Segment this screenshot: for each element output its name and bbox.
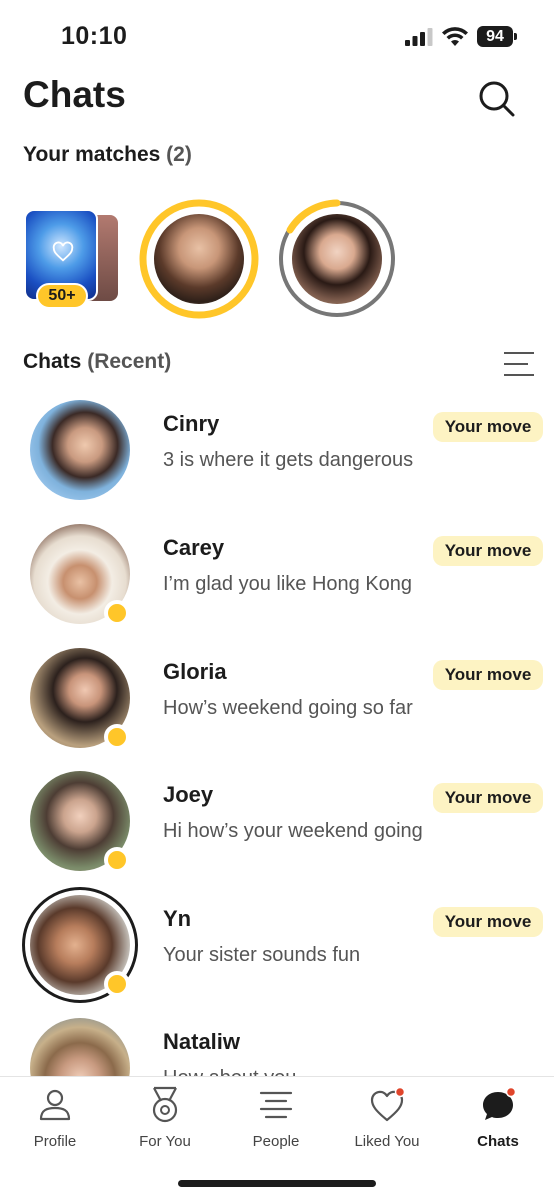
tab-label: For You — [139, 1133, 191, 1150]
your-move-badge: Your move — [433, 412, 543, 442]
chat-name: Cinry — [163, 411, 220, 436]
chat-last-message: Hi how’s your weekend going — [163, 820, 423, 842]
chat-row[interactable]: Joey Hi how’s your weekend going Your mo… — [0, 771, 554, 883]
chat-name: Nataliw — [163, 1029, 241, 1054]
chat-name: Yn — [163, 906, 192, 931]
heart-notification-icon — [370, 1086, 406, 1122]
chat-row[interactable]: Carey I’m glad you like Hong Kong Your m… — [0, 524, 554, 636]
matches-heading: Your matches (2) — [23, 143, 192, 167]
match-avatar-1[interactable] — [138, 198, 260, 320]
battery-indicator: 94 — [477, 26, 517, 47]
match-photo — [154, 214, 244, 304]
search-icon[interactable] — [474, 76, 518, 120]
chats-heading-sub: (Recent) — [87, 350, 172, 373]
tab-label: Liked You — [354, 1133, 420, 1150]
tab-liked-you[interactable]: Liked You — [332, 1085, 442, 1155]
your-move-badge: Your move — [433, 536, 543, 566]
online-dot — [104, 971, 130, 997]
people-stack-icon — [259, 1091, 293, 1119]
chat-row[interactable]: Cinry 3 is where it gets dangerous Your … — [0, 400, 554, 512]
matches-heading-label: Your matches — [23, 143, 161, 166]
tab-label: Chats — [477, 1133, 519, 1150]
your-move-badge: Your move — [433, 907, 543, 937]
chat-row[interactable]: Gloria How’s weekend going so far Your m… — [0, 648, 554, 760]
likes-count-badge: 50+ — [36, 283, 88, 309]
match-photo — [292, 214, 382, 304]
your-move-badge: Your move — [433, 783, 543, 813]
tab-chats[interactable]: Chats — [443, 1085, 553, 1155]
avatar — [30, 400, 130, 500]
tab-people[interactable]: People — [221, 1085, 331, 1155]
chats-heading-label: Chats — [23, 350, 82, 373]
filter-lines-icon[interactable] — [502, 350, 536, 378]
tab-profile[interactable]: Profile — [0, 1085, 110, 1155]
status-time: 10:10 — [61, 22, 128, 50]
wifi-icon — [442, 27, 468, 46]
chat-last-message: How’s weekend going so far — [163, 697, 413, 719]
tab-label: People — [252, 1133, 300, 1150]
status-bar: 10:10 94 — [0, 0, 554, 70]
page-title: Chats — [23, 74, 126, 115]
chats-section-heading: Chats (Recent) — [23, 350, 171, 374]
online-dot — [104, 847, 130, 873]
chat-last-message: I’m glad you like Hong Kong — [163, 573, 413, 595]
chat-name: Joey — [163, 782, 214, 807]
tab-for-you[interactable]: For You — [110, 1085, 220, 1155]
cellular-signal-icon — [405, 28, 433, 46]
chat-bubble-icon — [483, 1086, 517, 1120]
medal-icon — [152, 1086, 178, 1123]
chat-name: Carey — [163, 535, 225, 560]
heart-icon — [52, 241, 74, 262]
match-avatar-2[interactable] — [276, 198, 398, 320]
chat-row[interactable]: Yn Your sister sounds fun Your move — [0, 887, 554, 1007]
likes-card[interactable]: 50+ — [24, 209, 120, 309]
chat-name: Gloria — [163, 659, 227, 684]
online-dot — [104, 600, 130, 626]
tab-label: Profile — [33, 1133, 77, 1150]
matches-count: (2) — [166, 143, 192, 166]
chat-last-message: Your sister sounds fun — [163, 944, 361, 966]
chat-last-message: 3 is where it gets dangerous — [163, 449, 414, 471]
your-move-badge: Your move — [433, 660, 543, 690]
online-dot — [104, 724, 130, 750]
home-indicator[interactable] — [178, 1180, 376, 1187]
person-icon — [39, 1089, 71, 1121]
